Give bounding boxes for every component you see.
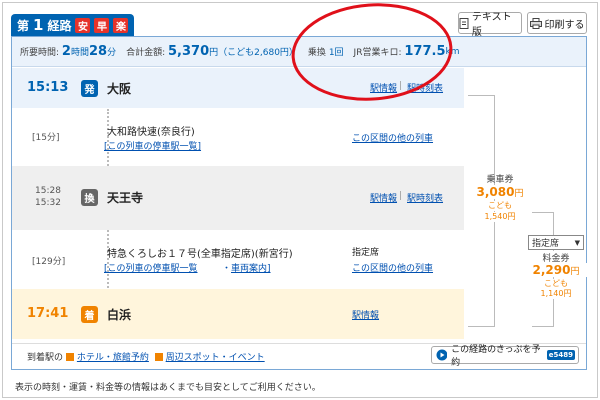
red-circle-annotation	[291, 3, 453, 101]
annotation-overlay	[291, 3, 453, 101]
